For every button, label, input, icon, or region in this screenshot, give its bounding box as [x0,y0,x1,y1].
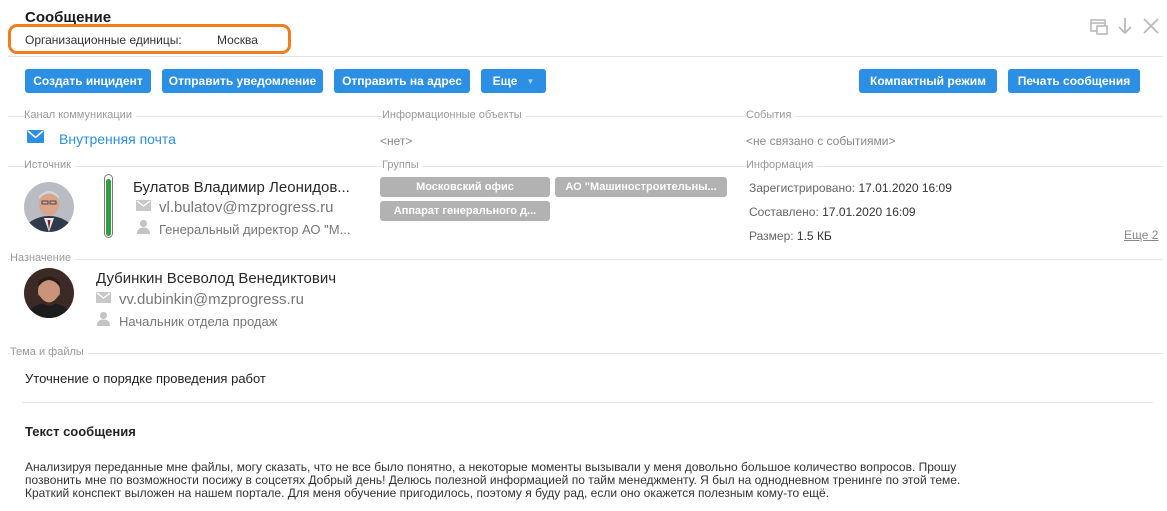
envelope-icon [27,130,44,148]
composed-value: 17.01.2020 16:09 [822,205,916,219]
user-icon [96,311,111,331]
source-name[interactable]: Булатов Владимир Леонидов... [133,179,350,196]
more-button-label: Еще [492,74,518,88]
subject-label: Тема и файлы [10,346,88,358]
channel-label: Канал коммуникации [24,109,136,121]
source-position: Генеральный директор АО "М... [159,221,351,237]
composed-label: Составлено: [749,205,819,219]
registered-label: Зарегистрировано: [749,181,856,195]
groups-label: Группы [382,159,423,171]
destination-email-row: vv.dubinkin@mzprogress.ru [96,290,304,308]
channel-value[interactable]: Внутренняя почта [27,130,176,148]
section-divider [8,116,1163,117]
source-email-row: vl.bulatov@mzprogress.ru [136,198,333,216]
information-label: Информация [746,159,818,171]
more-info-link[interactable]: Еще 2 [1124,228,1158,242]
more-dropdown-button[interactable]: Еще ▼ [481,69,546,93]
events-value: <не связано с событиями> [746,134,896,148]
destination-email[interactable]: vv.dubinkin@mzprogress.ru [119,291,304,308]
chevron-down-icon: ▼ [526,76,535,86]
header-divider [8,56,1163,57]
download-arrow-icon[interactable] [1115,16,1135,36]
source-email[interactable]: vl.bulatov@mzprogress.ru [159,199,333,216]
group-tag[interactable]: Московский офис [380,177,550,197]
size-info: Размер: 1.5 КБ [749,229,832,243]
subject-text: Уточнение о порядке проведения работ [25,371,266,386]
message-line: Краткий конспект выложен на нашем портал… [25,486,830,500]
registered-value: 17.01.2020 16:09 [858,181,952,195]
send-to-address-button[interactable]: Отправить на адрес [334,69,470,93]
window-controls [1089,16,1161,36]
section-divider [8,353,1163,354]
org-units-value[interactable]: Москва [217,33,258,47]
size-value: 1.5 КБ [796,229,832,243]
print-message-button[interactable]: Печать сообщения [1008,69,1140,93]
info-objects-label: Информационные объекты [382,109,526,121]
subject-divider [22,402,1153,403]
source-label: Источник [24,159,75,171]
message-title: Текст сообщения [25,424,136,439]
info-objects-value: <нет> [380,134,413,148]
source-position-row: Генеральный директор АО "М... [136,219,350,239]
compact-mode-button[interactable]: Компактный режим [859,69,997,93]
user-icon [136,219,151,239]
status-indicator-fill [106,179,111,236]
size-label: Размер: [749,229,794,243]
send-notification-button[interactable]: Отправить уведомление [162,69,323,93]
window-icon[interactable] [1089,16,1109,36]
channel-name: Внутренняя почта [59,131,176,147]
destination-position: Начальник отдела продаж [119,313,278,329]
avatar[interactable] [24,268,74,318]
status-indicator [104,174,113,238]
email-icon [96,290,111,308]
registered-info: Зарегистрировано: 17.01.2020 16:09 [749,181,952,195]
close-icon[interactable] [1141,16,1161,36]
composed-info: Составлено: 17.01.2020 16:09 [749,205,916,219]
group-tag[interactable]: АО "Машиностроительны... [555,177,727,197]
create-incident-button[interactable]: Создать инцидент [25,69,151,93]
message-body: Анализируя переданные мне файлы, могу ск… [25,461,1150,500]
destination-label: Назначение [10,252,76,264]
destination-name[interactable]: Дубинкин Всеволод Венедиктович [96,270,336,287]
section-divider [8,166,1163,167]
email-icon [136,198,151,216]
section-divider [8,259,1163,260]
avatar[interactable] [24,182,74,232]
events-label: События [746,109,796,121]
org-units-label: Организационные единицы: [25,33,182,47]
destination-position-row: Начальник отдела продаж [96,311,277,331]
group-tag[interactable]: Аппарат генерального д... [380,201,550,221]
